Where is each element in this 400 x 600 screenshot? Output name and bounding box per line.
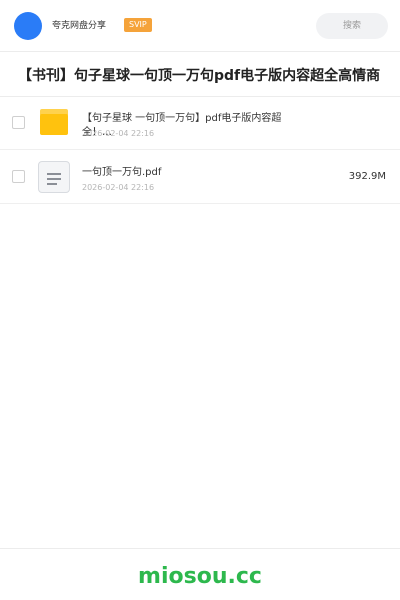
top-bar: 夸克网盘分享 SVIP 搜索 — [0, 0, 400, 52]
row-checkbox[interactable] — [12, 116, 25, 129]
file-name[interactable]: 【句子星球 一句顶一万句】pdf电子版内容超全！… — [82, 112, 292, 140]
row-checkbox[interactable] — [12, 170, 25, 183]
file-size: 392.9M — [348, 171, 386, 182]
search-button[interactable]: 搜索 — [316, 13, 388, 39]
folder-icon — [40, 109, 68, 135]
user-avatar[interactable] — [14, 12, 42, 40]
site-watermark[interactable]: miosou.cc — [0, 562, 400, 592]
file-row[interactable]: 2026-02-04 22:16 【句子星球 一句顶一万句】pdf电子版内容超全… — [0, 97, 400, 150]
document-icon — [38, 161, 70, 193]
file-row[interactable]: 一句顶一万句.pdf 2026-02-04 22:16 392.9M — [0, 150, 400, 204]
file-name[interactable]: 一句顶一万句.pdf — [82, 166, 161, 180]
user-name: 夸克网盘分享 — [52, 21, 107, 31]
file-date: 2026-02-04 22:16 — [82, 183, 155, 192]
svip-badge: SVIP — [124, 18, 152, 32]
share-title: 【书刊】句子星球一句顶一万句pdf电子版内容超全高情商 — [18, 68, 381, 84]
footer-divider — [0, 548, 400, 549]
